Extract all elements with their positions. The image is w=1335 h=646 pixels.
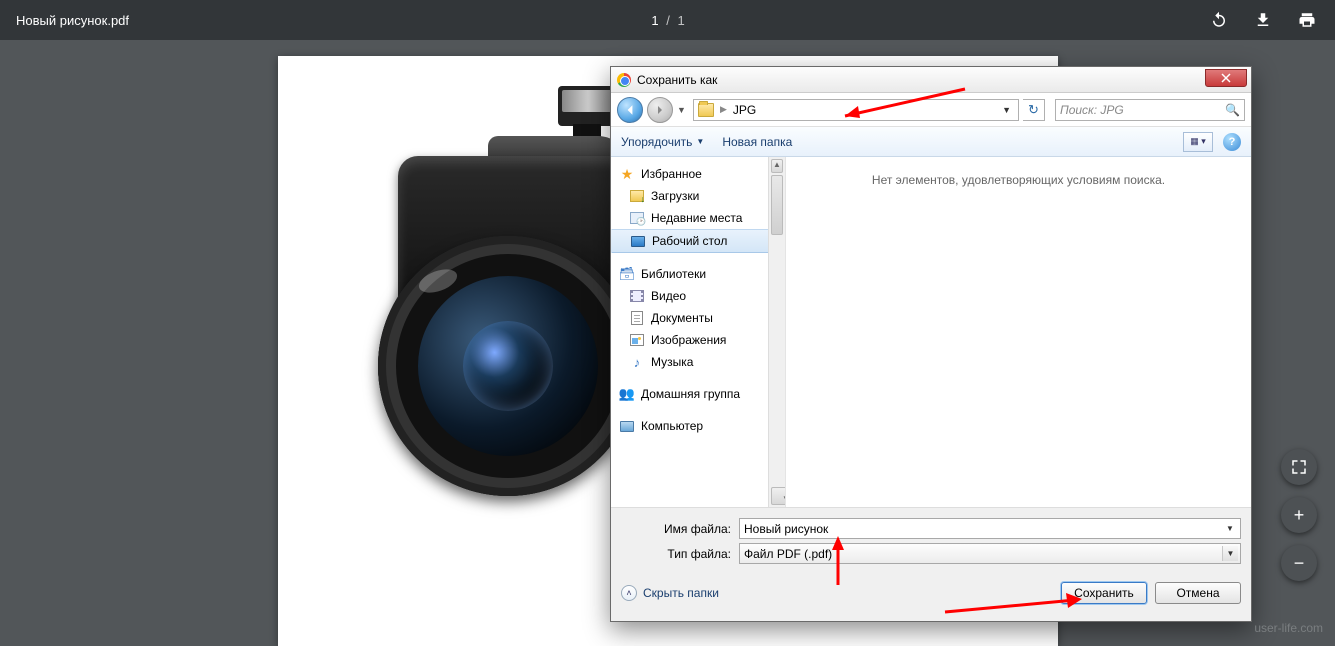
- cancel-button[interactable]: Отмена: [1155, 582, 1241, 604]
- downloads-icon: [630, 190, 644, 202]
- view-options-button[interactable]: ▦ ▾: [1183, 132, 1213, 152]
- video-icon: [630, 290, 644, 302]
- search-input[interactable]: Поиск: JPG 🔍: [1055, 99, 1245, 121]
- desktop-icon: [631, 236, 645, 247]
- scroll-down-button[interactable]: ▼: [771, 487, 786, 505]
- pdf-viewer-toolbar: Новый рисунок.pdf 1 / 1: [0, 0, 1335, 40]
- file-list-empty: Нет элементов, удовлетворяющих условиям …: [786, 157, 1251, 507]
- zoom-out-button[interactable]: −: [1281, 545, 1317, 581]
- page-current: 1: [651, 13, 658, 28]
- save-as-dialog: Сохранить как ▼ ▶ JPG ▼ ↻ Поиск: JPG 🔍 У…: [610, 66, 1252, 622]
- filename-input[interactable]: Новый рисунок ▼: [739, 518, 1241, 539]
- nav-back-button[interactable]: [617, 97, 643, 123]
- nav-history-dropdown[interactable]: ▼: [677, 105, 689, 115]
- filetype-select[interactable]: Файл PDF (.pdf) ▼: [739, 543, 1241, 564]
- libraries-icon: 🗃: [619, 266, 635, 282]
- nav-forward-button[interactable]: [647, 97, 673, 123]
- tree-documents[interactable]: Документы: [611, 307, 785, 329]
- dialog-bottom: Имя файла: Новый рисунок ▼ Тип файла: Фа…: [611, 507, 1251, 614]
- zoom-controls: + −: [1281, 449, 1317, 581]
- breadcrumb-separator-icon: ▶: [720, 104, 727, 115]
- download-button[interactable]: [1251, 8, 1275, 32]
- filetype-label: Тип файла:: [621, 547, 731, 561]
- tree-libraries[interactable]: 🗃Библиотеки: [611, 263, 785, 285]
- music-icon: ♪: [629, 354, 645, 370]
- dialog-body: ★Избранное Загрузки Недавние места Рабоч…: [611, 157, 1251, 507]
- tree-computer[interactable]: Компьютер: [611, 415, 785, 437]
- star-icon: ★: [619, 166, 635, 182]
- nav-tree: ★Избранное Загрузки Недавние места Рабоч…: [611, 157, 786, 507]
- dialog-title: Сохранить как: [637, 73, 717, 87]
- fit-to-page-button[interactable]: [1281, 449, 1317, 485]
- address-folder-name[interactable]: JPG: [733, 103, 756, 117]
- scroll-up-button[interactable]: ▲: [771, 159, 783, 173]
- dialog-titlebar[interactable]: Сохранить как: [611, 67, 1251, 93]
- tree-desktop[interactable]: Рабочий стол: [611, 229, 785, 253]
- close-button[interactable]: [1205, 69, 1247, 87]
- zoom-in-button[interactable]: +: [1281, 497, 1317, 533]
- save-button[interactable]: Сохранить: [1061, 582, 1147, 604]
- tree-recent[interactable]: Недавние места: [611, 207, 785, 229]
- page-total: 1: [677, 13, 684, 28]
- nav-row: ▼ ▶ JPG ▼ ↻ Поиск: JPG 🔍: [611, 93, 1251, 127]
- filename-label: Имя файла:: [621, 522, 731, 536]
- chrome-icon: [617, 73, 631, 87]
- document-icon: [631, 311, 643, 325]
- tree-favorites[interactable]: ★Избранное: [611, 163, 785, 185]
- scroll-thumb[interactable]: [771, 175, 783, 235]
- computer-icon: [620, 421, 634, 432]
- filetype-dropdown[interactable]: ▼: [1222, 546, 1238, 561]
- tree-downloads[interactable]: Загрузки: [611, 185, 785, 207]
- folder-icon: [698, 103, 714, 117]
- document-title: Новый рисунок.pdf: [16, 13, 129, 28]
- dialog-toolbar: Упорядочить▼ Новая папка ▦ ▾ ?: [611, 127, 1251, 157]
- tree-music[interactable]: ♪Музыка: [611, 351, 785, 373]
- address-bar[interactable]: ▶ JPG ▼: [693, 99, 1019, 121]
- tree-video[interactable]: Видео: [611, 285, 785, 307]
- camera-flash-icon: [558, 86, 618, 126]
- homegroup-icon: 👥: [619, 386, 635, 402]
- filename-dropdown[interactable]: ▼: [1222, 521, 1238, 536]
- rotate-button[interactable]: [1207, 8, 1231, 32]
- tree-scrollbar[interactable]: ▲ ▼: [768, 157, 785, 507]
- tree-homegroup[interactable]: 👥Домашняя группа: [611, 383, 785, 405]
- tree-images[interactable]: Изображения: [611, 329, 785, 351]
- chevron-up-icon: ˄: [621, 585, 637, 601]
- new-folder-button[interactable]: Новая папка: [722, 135, 792, 149]
- recent-icon: [630, 212, 644, 224]
- search-icon[interactable]: 🔍: [1225, 103, 1240, 117]
- print-button[interactable]: [1295, 8, 1319, 32]
- organize-menu[interactable]: Упорядочить▼: [621, 135, 704, 149]
- watermark: user-life.com: [1254, 621, 1323, 635]
- hide-folders-toggle[interactable]: ˄ Скрыть папки: [621, 585, 719, 601]
- camera-lens-icon: [378, 236, 638, 496]
- help-button[interactable]: ?: [1223, 133, 1241, 151]
- image-icon: [630, 334, 644, 346]
- page-indicator: 1 / 1: [129, 13, 1207, 28]
- refresh-button[interactable]: ↻: [1023, 99, 1045, 121]
- address-dropdown[interactable]: ▼: [999, 105, 1014, 115]
